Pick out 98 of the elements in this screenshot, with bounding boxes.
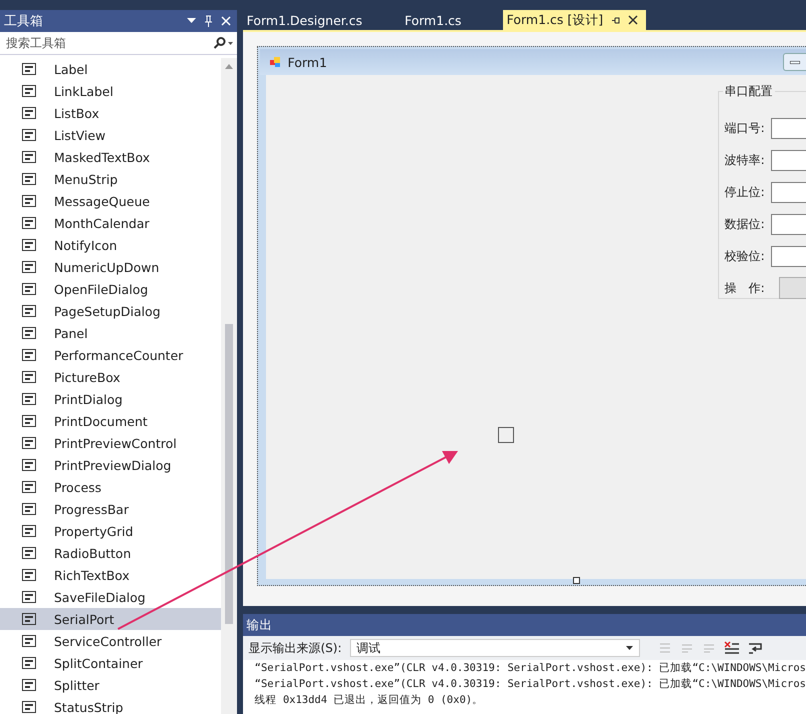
field-label: 波特率: xyxy=(724,152,765,168)
toolbox-item[interactable]: StatusStrip xyxy=(0,696,221,714)
search-field[interactable]: 搜索工具箱 xyxy=(4,35,213,51)
control-icon xyxy=(22,239,36,251)
control-icon xyxy=(22,327,36,339)
pin-icon[interactable] xyxy=(611,16,620,24)
toolbox-item[interactable]: ProgressBar xyxy=(0,498,221,520)
close-icon[interactable] xyxy=(628,15,638,25)
toolbox-item[interactable]: PageSetupDialog xyxy=(0,300,221,322)
input-field[interactable] xyxy=(770,182,806,202)
control-icon xyxy=(22,635,36,647)
form-icon xyxy=(270,56,282,68)
toolbox-item[interactable]: Process xyxy=(0,476,221,498)
control-icon xyxy=(22,195,36,207)
toolbox-item[interactable]: MenuStrip xyxy=(0,168,221,190)
field-label: 端口号: xyxy=(724,120,765,136)
control-icon xyxy=(22,63,36,75)
toolbox-item[interactable]: RadioButton xyxy=(0,542,221,564)
toolbox-item[interactable]: Label xyxy=(0,58,221,80)
control-icon xyxy=(22,393,36,405)
dropdown-icon[interactable] xyxy=(626,646,633,650)
control-icon xyxy=(22,437,36,449)
toolbox-item[interactable]: PrintPreviewDialog xyxy=(0,454,221,476)
word-wrap-icon[interactable] xyxy=(748,641,764,655)
toolbox-item[interactable]: PictureBox xyxy=(0,366,221,388)
control-icon xyxy=(22,349,36,361)
control-icon xyxy=(22,459,36,471)
toolbox-item[interactable]: PropertyGrid xyxy=(0,520,221,542)
control-icon xyxy=(22,657,36,669)
toolbox-item[interactable]: Splitter xyxy=(0,674,221,696)
output-line: “SerialPort.vshost.exe”(CLR v4.0.30319: SerialPort.vshost.exe): 已加载“C:\WINDOWS\Micros xyxy=(254,677,806,692)
output-title: 输出 xyxy=(246,616,273,634)
control-icon xyxy=(22,415,36,427)
output-line: 线程 0x13dd4 已退出，返回值为 0 (0x0)。 xyxy=(254,693,484,708)
input-field[interactable] xyxy=(770,214,806,234)
scrollbar[interactable] xyxy=(220,58,237,714)
control-icon xyxy=(22,283,36,295)
control-icon xyxy=(22,85,36,97)
toolbox-item[interactable]: ListView xyxy=(0,124,221,146)
toolbox-title: 工具箱 xyxy=(4,13,43,30)
toolbox-item[interactable]: NumericUpDown xyxy=(0,256,221,278)
field-label: 停止位: xyxy=(724,184,765,200)
control-icon xyxy=(22,481,36,493)
source-dropdown[interactable]: 调试 xyxy=(350,639,640,657)
source-label: 显示输出来源(S): xyxy=(248,640,342,656)
toolbox-item[interactable]: RichTextBox xyxy=(0,564,221,586)
toolbox-item[interactable]: PrintDocument xyxy=(0,410,221,432)
toolbox-item[interactable]: SaveFileDialog xyxy=(0,586,221,608)
input-field[interactable] xyxy=(770,246,806,266)
dropdown-icon[interactable] xyxy=(186,18,196,24)
control-icon xyxy=(22,679,36,691)
toolbox-item[interactable]: Panel xyxy=(0,322,221,344)
form-window[interactable]: Form1 串口配置 端口号: 波特率: 停止位: 数据位: 校验位: 操 作: xyxy=(256,46,806,586)
control-icon xyxy=(22,569,36,581)
control-icon xyxy=(22,129,36,141)
output-line: “SerialPort.vshost.exe”(CLR v4.0.30319: SerialPort.vshost.exe): 已加载“C:\WINDOWS\Micros xyxy=(254,661,806,676)
control-icon xyxy=(22,613,36,625)
form-title: Form1 xyxy=(288,54,328,70)
minimize-button[interactable] xyxy=(783,53,806,71)
toolbox-item[interactable]: ServiceController xyxy=(0,630,221,652)
control-icon xyxy=(22,151,36,163)
toolbox-item[interactable]: PrintPreviewControl xyxy=(0,432,221,454)
control-icon xyxy=(22,503,36,515)
control-icon xyxy=(22,591,36,603)
toolbox-item[interactable]: SerialPort xyxy=(0,608,221,630)
group-title: 串口配置 xyxy=(722,83,775,100)
toolbox-item[interactable]: NotifyIcon xyxy=(0,234,221,256)
toolbox-item[interactable]: SplitContainer xyxy=(0,652,221,674)
toolbox-item[interactable]: MonthCalendar xyxy=(0,212,221,234)
control-icon xyxy=(22,371,36,383)
search-icon[interactable] xyxy=(212,37,233,49)
document-tab[interactable]: Form1.Designer.cs xyxy=(242,10,401,30)
control-icon xyxy=(22,173,36,185)
control-icon xyxy=(22,547,36,559)
minimize-icon[interactable] xyxy=(790,60,800,64)
control-icon xyxy=(22,305,36,317)
toolbox-item[interactable]: PerformanceCounter xyxy=(0,344,221,366)
control-icon xyxy=(22,107,36,119)
input-field[interactable] xyxy=(770,150,806,170)
control-icon xyxy=(22,261,36,273)
document-tab[interactable]: Form1.cs [设计] xyxy=(502,10,646,30)
control-icon xyxy=(22,701,36,713)
control-icon xyxy=(22,217,36,229)
toolbox-item[interactable]: LinkLabel xyxy=(0,80,221,102)
toolbox-item[interactable]: PrintDialog xyxy=(0,388,221,410)
scrollbar-thumb[interactable] xyxy=(224,324,233,624)
input-field[interactable] xyxy=(770,118,806,138)
toolbox-item[interactable]: MaskedTextBox xyxy=(0,146,221,168)
toolbox-item[interactable]: OpenFileDialog xyxy=(0,278,221,300)
document-tab[interactable]: Form1.cs xyxy=(400,10,503,30)
toolbox-item[interactable]: MessageQueue xyxy=(0,190,221,212)
toolbox-item[interactable]: ListBox xyxy=(0,102,221,124)
field-label: 数据位: xyxy=(724,216,765,232)
field-label: 操 作: xyxy=(724,280,765,296)
clear-all-icon[interactable] xyxy=(724,641,740,655)
control-icon xyxy=(22,525,36,537)
serialport-component-marker[interactable] xyxy=(498,427,514,443)
field-label: 校验位: xyxy=(724,248,765,264)
